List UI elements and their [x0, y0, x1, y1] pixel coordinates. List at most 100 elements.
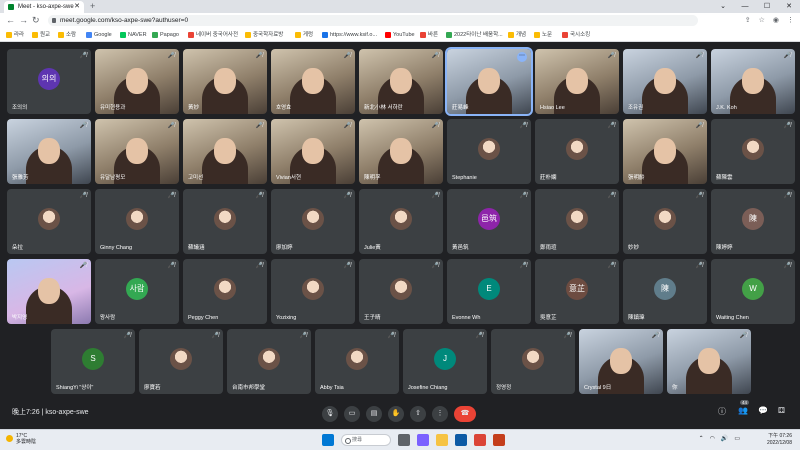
- people-icon[interactable]: 👥: [738, 406, 748, 415]
- bookmark-item[interactable]: 개념: [508, 28, 526, 42]
- participant-tile[interactable]: Peggy Chen 🎤̸: [183, 259, 267, 324]
- participant-tile[interactable]: 陳陳鎮瑋 🎤̸: [623, 259, 707, 324]
- chat-icon[interactable]: 💬: [758, 406, 768, 415]
- url-input[interactable]: meet.google.com/kso-axpe-swe?authuser=0: [48, 15, 698, 26]
- participant-tile[interactable]: S ShiangYi "샹이" 🎤̸: [51, 329, 135, 394]
- participant-tile[interactable]: W Waiting Chen 🎤̸: [711, 259, 795, 324]
- participant-tile[interactable]: 廖加婷 🎤̸: [271, 189, 355, 254]
- participant-tile[interactable]: 고미선 🎤̸: [183, 119, 267, 184]
- volume-icon[interactable]: 🔊: [721, 435, 728, 442]
- taskbar-clock[interactable]: 下午 07:26 2022/12/08: [767, 433, 792, 447]
- maximize-icon[interactable]: ☐: [756, 0, 778, 13]
- bookmark-item[interactable]: https://www.ksif.o...: [322, 28, 377, 42]
- bookmark-item[interactable]: 게렁: [295, 28, 313, 42]
- participant-tile[interactable]: 陳明孚 🎤̸: [359, 119, 443, 184]
- minimize-icon[interactable]: —: [734, 0, 756, 13]
- chevron-down-icon[interactable]: ⌄: [712, 0, 734, 13]
- taskbar-search-input[interactable]: 搜尋: [341, 434, 391, 446]
- participant-tile[interactable]: 莊易峰 ⋯: [445, 47, 533, 116]
- participant-tile[interactable]: 의의 조의의 🎤̸: [7, 49, 91, 114]
- start-icon[interactable]: [322, 434, 334, 446]
- participant-tile[interactable]: 사람 왕사람 🎤̸: [95, 259, 179, 324]
- bookmark-item[interactable]: 라라: [6, 28, 24, 42]
- present-button[interactable]: ⇧: [410, 406, 426, 422]
- participant-tile[interactable]: J.K. Koh 🎤̸: [711, 49, 795, 114]
- participant-tile[interactable]: 意芷 吳意芷 🎤̸: [535, 259, 619, 324]
- star-icon[interactable]: ☆: [759, 13, 765, 28]
- participant-tile[interactable]: 蘇議涵 🎤̸: [183, 189, 267, 254]
- powerpoint-icon[interactable]: [493, 434, 505, 446]
- participant-tile[interactable]: 호영효 🎤̸: [271, 49, 355, 114]
- participant-tile[interactable]: Julie黃 🎤̸: [359, 189, 443, 254]
- participant-tile[interactable]: E Evonne Wh 🎤̸: [447, 259, 531, 324]
- leave-call-button[interactable]: ☎: [454, 406, 476, 422]
- weather-widget[interactable]: 17°C 多雲時陰: [6, 433, 36, 445]
- participant-tile[interactable]: 정영정 🎤̸: [491, 329, 575, 394]
- task-view-icon[interactable]: [398, 434, 410, 446]
- participant-tile[interactable]: 黃妙 🎤̸: [183, 49, 267, 114]
- close-window-icon[interactable]: ✕: [778, 0, 800, 13]
- participant-tile[interactable]: 廖寶若 🎤̸: [139, 329, 223, 394]
- new-tab-icon[interactable]: +: [90, 0, 95, 13]
- participant-tile[interactable]: 조유권 🎤̸: [623, 49, 707, 114]
- close-tab-icon[interactable]: ✕: [74, 1, 80, 13]
- bookmark-item[interactable]: 중국학자료방: [245, 28, 283, 42]
- activities-icon[interactable]: ⚃: [778, 406, 785, 415]
- share-icon[interactable]: ⇪: [745, 13, 751, 28]
- teams-chat-icon[interactable]: [417, 434, 429, 446]
- participant-tile[interactable]: 유달남평모 🎤̸: [95, 119, 179, 184]
- bookmark-item[interactable]: 소람: [58, 28, 76, 42]
- bookmark-item[interactable]: 노문: [534, 28, 552, 42]
- participant-tile[interactable]: 你 🎤̸: [667, 329, 751, 394]
- participant-tile[interactable]: Crystal 9日 🎤̸: [579, 329, 663, 394]
- bookmark-item[interactable]: Google: [86, 28, 112, 42]
- raise-hand-button[interactable]: ✋: [388, 406, 404, 422]
- info-icon[interactable]: ⓘ: [718, 406, 726, 417]
- participant-tile[interactable]: Vivian서현 🎤̸: [271, 119, 355, 184]
- more-options-icon[interactable]: ⋯: [517, 52, 527, 62]
- menu-icon[interactable]: ⋮: [787, 13, 794, 28]
- bookmark-item[interactable]: 네이버 중국어사전: [188, 28, 238, 42]
- participant-tile[interactable]: 莊朴嫻 🎤̸: [535, 119, 619, 184]
- microphone-button[interactable]: 🎙: [322, 406, 338, 422]
- participant-tile[interactable]: 新北小林 서하란 🎤̸: [359, 49, 443, 114]
- bookmark-item[interactable]: NAVER: [120, 28, 147, 42]
- captions-button[interactable]: ▤: [366, 406, 382, 422]
- chrome-icon[interactable]: [474, 434, 486, 446]
- profile-icon[interactable]: ◉: [773, 13, 779, 28]
- bookmark-item[interactable]: YouTube: [385, 28, 415, 42]
- participant-tile[interactable]: J Josefine Chiang 🎤̸: [403, 329, 487, 394]
- participant-tile[interactable]: 陳陳婷婷 🎤̸: [711, 189, 795, 254]
- bookmark-item[interactable]: Papago: [152, 28, 179, 42]
- bookmark-item[interactable]: 2022타이난 배움학...: [446, 28, 503, 42]
- tab-meet[interactable]: Meet - kso-axpe-swe ✕: [4, 1, 84, 13]
- participant-tile[interactable]: 妙妙 🎤̸: [623, 189, 707, 254]
- participant-tile[interactable]: Hsiao Lee 🎤̸: [535, 49, 619, 114]
- participant-tile[interactable]: 邑筑 黃邑筑 🎤̸: [447, 189, 531, 254]
- bookmark-item[interactable]: 국시소킹: [562, 28, 590, 42]
- participant-tile[interactable]: 박지영 🎤̸: [7, 259, 91, 324]
- participant-tile[interactable]: 鄭雨瑄 🎤̸: [535, 189, 619, 254]
- participant-tile[interactable]: 台南巿邦學堂 🎤̸: [227, 329, 311, 394]
- participant-tile[interactable]: 張明齡 🎤̸: [623, 119, 707, 184]
- edge-icon[interactable]: [455, 434, 467, 446]
- wifi-icon[interactable]: ◠: [710, 435, 715, 442]
- battery-icon[interactable]: ▭: [734, 435, 740, 442]
- file-explorer-icon[interactable]: [436, 434, 448, 446]
- back-icon[interactable]: ←: [6, 13, 15, 28]
- participant-tile[interactable]: 王子晴 🎤̸: [359, 259, 443, 324]
- camera-button[interactable]: ▭: [344, 406, 360, 422]
- participant-tile[interactable]: 朵拉 🎤̸: [7, 189, 91, 254]
- participant-tile[interactable]: 張雅芳 🎤̸: [7, 119, 91, 184]
- reload-icon[interactable]: ↻: [32, 13, 40, 28]
- participant-tile[interactable]: Ginny Chang 🎤̸: [95, 189, 179, 254]
- forward-icon[interactable]: →: [19, 13, 28, 28]
- participant-tile[interactable]: Abby Tsia 🎤̸: [315, 329, 399, 394]
- participant-tile[interactable]: Stephanie 🎤̸: [447, 119, 531, 184]
- participant-tile[interactable]: 유미현용과 🎤̸: [95, 49, 179, 114]
- participant-tile[interactable]: 蘇陳雲 🎤̸: [711, 119, 795, 184]
- chevron-up-icon[interactable]: ⌃: [699, 435, 704, 442]
- bookmark-item[interactable]: 원교: [32, 28, 50, 42]
- bookmark-item[interactable]: 바른: [420, 28, 438, 42]
- participant-tile[interactable]: Yozixing 🎤̸: [271, 259, 355, 324]
